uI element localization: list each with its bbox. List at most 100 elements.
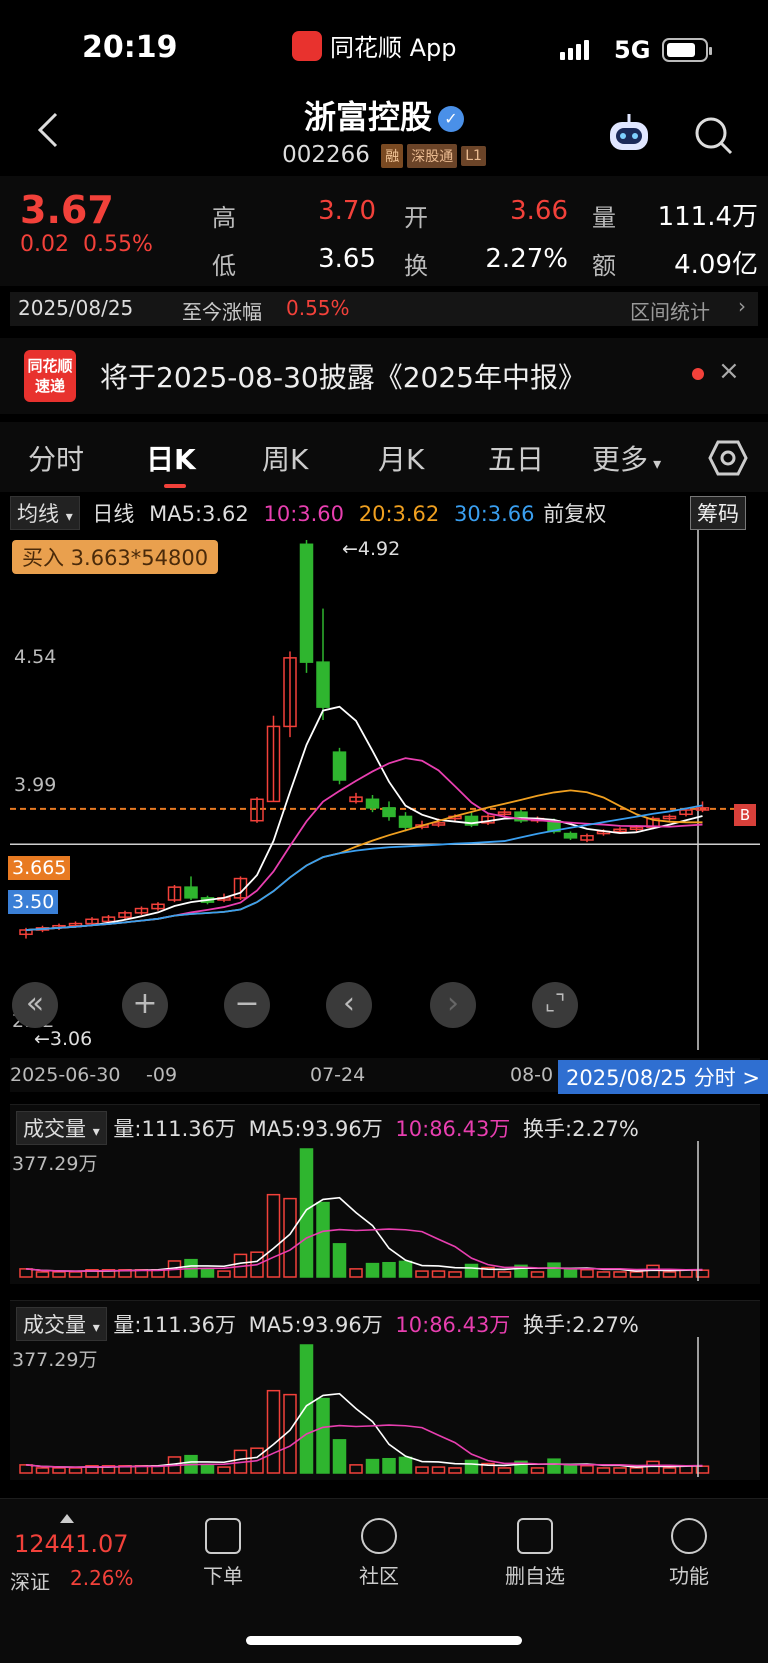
volume-bar — [415, 1270, 429, 1278]
volume-selector[interactable]: 成交量 ▾ — [16, 1307, 107, 1341]
volume-bar — [629, 1271, 644, 1278]
scroll-left-fast-icon[interactable]: « — [12, 982, 58, 1028]
candle-body — [563, 832, 578, 839]
intraday-link-button[interactable]: 2025/08/25 分时 > — [558, 1060, 768, 1094]
high-value: 3.70 — [318, 196, 376, 226]
volume-panel: 成交量 ▾ 量:111.36万 MA5:93.96万 10:86.43万 换手:… — [10, 1104, 760, 1284]
current-price-tag: 3.665 — [8, 856, 71, 880]
volume-bar — [662, 1467, 677, 1474]
chevron-right-icon[interactable]: › — [430, 982, 476, 1028]
volume-bar — [266, 1389, 281, 1474]
volume-bar — [316, 1201, 330, 1278]
volume-bar — [580, 1465, 594, 1474]
amount-label: 额 — [592, 252, 616, 280]
volume-bar — [217, 1270, 231, 1278]
volume-label: 量 — [592, 204, 616, 232]
crosshair-price-tag: 3.50 — [8, 890, 59, 914]
chevron-left-icon[interactable]: ‹ — [326, 982, 372, 1028]
ma5-value: MA5:3.62 — [149, 502, 249, 526]
volume-bar — [431, 1270, 446, 1278]
close-icon[interactable]: × — [718, 356, 740, 386]
volume-ma5-line — [25, 1392, 703, 1468]
volume-ma10-line — [25, 1424, 703, 1468]
tab-weekly-k[interactable]: 周K — [262, 438, 308, 478]
fullscreen-icon[interactable]: ⌞⌝ — [532, 982, 578, 1028]
minus-box-icon — [517, 1518, 553, 1554]
candle-body — [398, 815, 413, 828]
ma30-value: 30:3.66 — [453, 502, 535, 526]
volume-selector[interactable]: 成交量 ▾ — [16, 1111, 107, 1145]
volume-ma5-line — [25, 1196, 703, 1272]
volume-bar — [563, 1269, 578, 1278]
volume-bar — [448, 1467, 462, 1474]
volume-bar — [349, 1268, 363, 1278]
volume-bar — [68, 1467, 83, 1474]
community-button[interactable]: 社区 — [334, 1518, 424, 1589]
settings-hex-icon[interactable] — [708, 438, 748, 478]
star-badge-icon — [361, 1518, 397, 1554]
volume-bar — [547, 1458, 561, 1474]
zoom-in-icon[interactable]: + — [122, 982, 168, 1028]
candle-body — [332, 751, 347, 781]
volume-legend: 成交量 ▾ 量:111.36万 MA5:93.96万 10:86.43万 换手:… — [16, 1111, 639, 1145]
volume-bar — [398, 1456, 413, 1474]
volume-bar — [464, 1459, 479, 1474]
remove-watchlist-button[interactable]: 删自选 — [490, 1518, 580, 1589]
search-icon[interactable] — [692, 114, 734, 156]
volume-bar — [613, 1271, 627, 1278]
expand-up-icon[interactable] — [60, 1514, 74, 1523]
functions-button[interactable]: 功能 — [644, 1518, 734, 1589]
volume-bar — [547, 1262, 561, 1278]
min-price-label: ←3.06 — [34, 1028, 93, 1050]
adjust-mode[interactable]: 前复权 — [543, 502, 606, 526]
tag-level: L1 — [461, 145, 486, 166]
candle-body — [184, 886, 198, 899]
volume-bar — [497, 1271, 512, 1278]
turnover-label: 换 — [404, 252, 428, 280]
volume-bar — [68, 1271, 83, 1278]
volume-bar — [530, 1271, 545, 1278]
tab-monthly-k[interactable]: 月K — [378, 438, 424, 478]
notice-text: 将于2025-08-30披露《2025年中报》 — [100, 361, 586, 394]
app-indicator: 同花顺 App — [292, 28, 457, 63]
volume-bar — [596, 1467, 611, 1474]
volume-bar — [200, 1269, 215, 1278]
home-indicator — [246, 1636, 522, 1645]
turnover-value: 2.27% — [485, 244, 568, 274]
volume-bar — [35, 1467, 50, 1474]
volume-bars — [19, 1141, 710, 1281]
volume-bar — [266, 1193, 281, 1278]
high-label: 高 — [212, 204, 236, 232]
y-tick-2: 3.99 — [14, 774, 57, 796]
index-value[interactable]: 12441.07 — [14, 1530, 129, 1558]
volume-bar — [349, 1464, 363, 1474]
caret-down-icon: ▾ — [92, 1124, 100, 1140]
caret-down-icon: ▾ — [648, 454, 662, 473]
volume-bar — [596, 1271, 611, 1278]
amount-value: 4.09亿 — [674, 250, 758, 280]
tab-intraday[interactable]: 分时 — [28, 438, 84, 478]
ma20-line — [25, 789, 703, 931]
chips-button[interactable]: 筹码 — [690, 496, 746, 530]
tab-five-day[interactable]: 五日 — [488, 438, 544, 478]
unread-dot-icon — [692, 368, 704, 380]
volume-bar — [52, 1467, 66, 1474]
kline-chart[interactable] — [10, 530, 760, 1050]
chevron-right-icon: › — [738, 294, 746, 318]
tab-more[interactable]: 更多 ▾ — [592, 438, 661, 478]
volume-bar — [497, 1467, 512, 1474]
ma-selector[interactable]: 均线 ▾ — [10, 496, 80, 530]
volume-bar — [332, 1243, 347, 1278]
volume-bar — [530, 1467, 545, 1474]
volume-bar — [431, 1466, 446, 1474]
ma5-line — [25, 705, 703, 931]
volume-ma10-line — [25, 1228, 703, 1272]
range-row[interactable]: 2025/08/25 至今涨幅 0.55% 区间统计 › — [10, 292, 758, 326]
tab-daily-k[interactable]: 日K — [146, 438, 196, 478]
order-button[interactable]: 下单 — [178, 1518, 268, 1589]
candle-body — [299, 543, 314, 663]
zoom-out-icon[interactable]: − — [224, 982, 270, 1028]
assistant-robot-icon[interactable] — [604, 112, 654, 156]
volume-bar — [613, 1467, 627, 1474]
range-stat-link[interactable]: 区间统计 — [630, 296, 710, 325]
